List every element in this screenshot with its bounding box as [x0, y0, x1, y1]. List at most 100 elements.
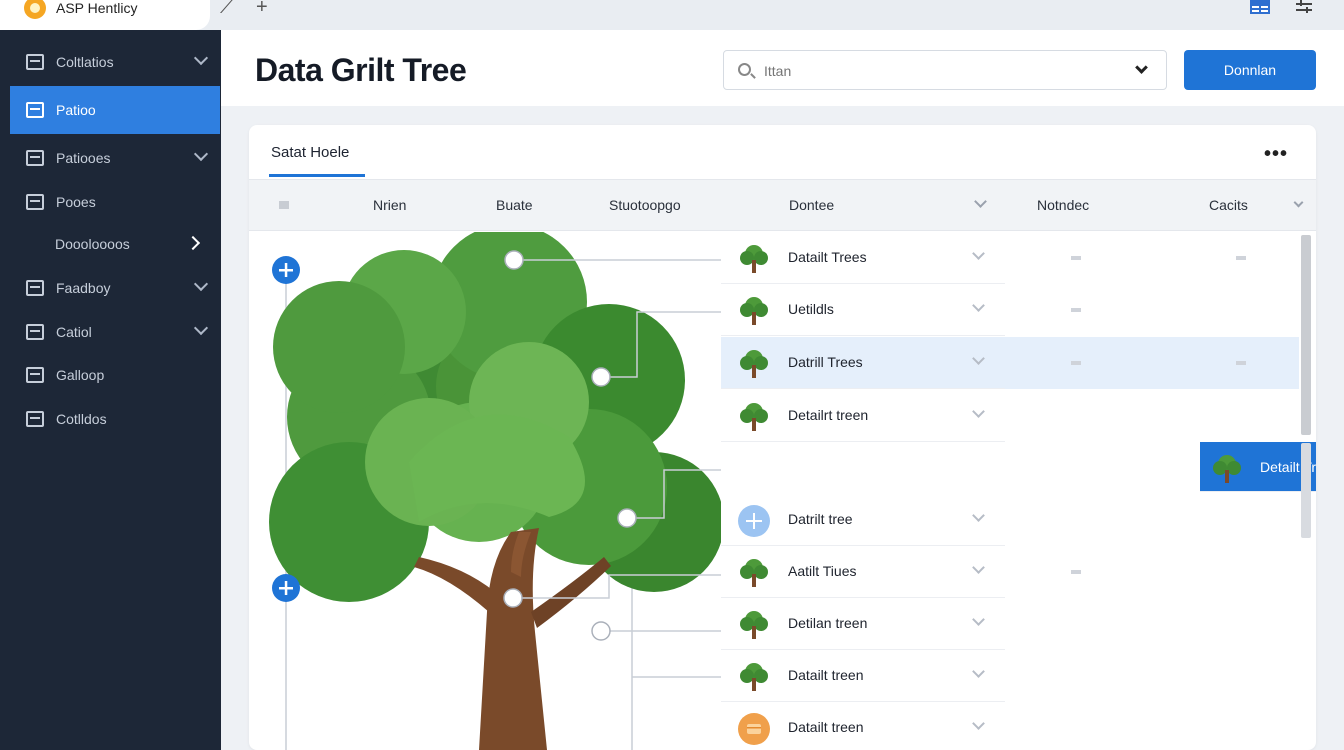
- tree-icon: [740, 350, 768, 378]
- column-header-cacits[interactable]: Cacits: [1209, 197, 1248, 213]
- sidebar-item-cotlldos[interactable]: Cotlldos: [10, 397, 220, 441]
- row-label: Datailt Trees: [788, 249, 867, 265]
- tree-icon: [1213, 455, 1241, 483]
- tree-icon: [740, 663, 768, 691]
- chart-icon: [26, 280, 44, 296]
- sidebar-item-galloop[interactable]: Galloop: [10, 353, 220, 397]
- page-header: Data Grilt Tree Donnlan: [221, 30, 1344, 106]
- chevron-down-icon[interactable]: [972, 405, 985, 418]
- row-extra-cells: [1005, 232, 1299, 284]
- column-header-dontee[interactable]: Dontee: [789, 197, 834, 213]
- table-icon: [26, 102, 44, 118]
- add-circle-icon: [738, 505, 770, 537]
- placeholder-cell: [1071, 308, 1081, 312]
- edit-icon[interactable]: ⟋: [220, 0, 234, 19]
- browser-tab-title: ASP Hentlicy: [56, 0, 138, 16]
- sidebar: Coltlatios Patioo Patiooes Pooes Doooloo…: [0, 30, 221, 750]
- search-icon: [738, 63, 751, 76]
- search-input[interactable]: [764, 60, 1124, 82]
- sidebar-item-label: Doooloooos: [55, 236, 130, 252]
- row-label: Uetildls: [788, 301, 834, 317]
- chevron-down-icon[interactable]: [972, 299, 985, 312]
- placeholder-cell: [1071, 570, 1081, 574]
- table-row[interactable]: Uetildls: [721, 284, 1005, 336]
- table-row[interactable]: Datailt treen: [721, 702, 1005, 750]
- column-header-nrien[interactable]: Nrien: [373, 197, 406, 213]
- row-label: Datrilt tree: [788, 511, 853, 527]
- row-extra-cells: [1005, 546, 1299, 598]
- table-row[interactable]: Datrilt tree: [721, 494, 1005, 546]
- table-row[interactable]: Detilan treen: [721, 598, 1005, 650]
- select-all-checkbox[interactable]: [279, 201, 289, 209]
- search-box[interactable]: [723, 50, 1167, 90]
- data-grid-panel: Satat Hoele ••• Nrien Buate Stuotoopgo D…: [249, 125, 1316, 750]
- tree-icon: [740, 297, 768, 325]
- sidebar-item-label: Patioo: [56, 102, 96, 118]
- chevron-down-icon[interactable]: [972, 613, 985, 626]
- chevron-down-icon[interactable]: [1293, 197, 1304, 208]
- row-extra-cells: [1005, 337, 1299, 389]
- chevron-down-icon[interactable]: [972, 665, 985, 678]
- settings-sliders-icon[interactable]: [1294, 0, 1314, 14]
- active-tab-indicator: [269, 174, 365, 177]
- tree-icon: [740, 403, 768, 431]
- chevron-down-icon[interactable]: [972, 717, 985, 730]
- sidebar-item-label: Coltlatios: [56, 54, 114, 70]
- vertical-scrollbar[interactable]: [1301, 235, 1311, 435]
- chevron-right-icon: [185, 235, 201, 251]
- chevron-down-icon[interactable]: [972, 352, 985, 365]
- sidebar-item-doooloooos[interactable]: Doooloooos: [10, 222, 220, 266]
- sidebar-item-faadboy[interactable]: Faadboy: [10, 266, 220, 310]
- sidebar-item-pooes[interactable]: Pooes: [10, 180, 220, 224]
- placeholder-cell: [1071, 361, 1081, 365]
- sidebar-item-label: Cotlldos: [56, 411, 107, 427]
- grid-column-header: Nrien Buate Stuotoopgo Dontee Notndec Ca…: [249, 179, 1316, 231]
- primary-action-button[interactable]: Donnlan: [1184, 50, 1316, 90]
- table-row[interactable]: Datailt treen: [721, 650, 1005, 702]
- chevron-down-icon[interactable]: [972, 509, 985, 522]
- column-header-stuotoopgo[interactable]: Stuotoopgo: [609, 197, 681, 213]
- lock-icon: [26, 150, 44, 166]
- table-row[interactable]: Aatilt Tiues: [721, 546, 1005, 598]
- tree-icon: [740, 611, 768, 639]
- gift-icon: [26, 367, 44, 383]
- row-label: Datailt treen: [788, 719, 864, 735]
- sidebar-item-coltlatios[interactable]: Coltlatios: [10, 40, 220, 84]
- sidebar-item-catiol[interactable]: Catiol: [10, 310, 220, 354]
- chevron-down-icon[interactable]: [972, 247, 985, 260]
- chevron-down-icon[interactable]: [1135, 61, 1148, 74]
- tab-satat-hoele[interactable]: Satat Hoele: [271, 144, 349, 161]
- tree-icon: [740, 559, 768, 587]
- column-header-notndec[interactable]: Notndec: [1037, 197, 1089, 213]
- tree-illustration: [269, 232, 721, 750]
- placeholder-cell: [1236, 361, 1246, 365]
- table-row[interactable]: Datailt Trees: [721, 232, 1005, 284]
- image-icon: [26, 194, 44, 210]
- row-label: Detilan treen: [788, 615, 868, 631]
- chevron-down-icon[interactable]: [972, 561, 985, 574]
- row-label: Aatilt Tiues: [788, 563, 857, 579]
- table-row-selected[interactable]: Detailt Tree: [1200, 442, 1316, 492]
- scrollbar-track-segment[interactable]: [1301, 443, 1311, 538]
- chevron-down-icon: [193, 50, 209, 66]
- more-options-icon[interactable]: •••: [1264, 143, 1288, 166]
- table-row[interactable]: Datrill Trees: [721, 337, 1005, 389]
- row-extra-cells: [1005, 284, 1299, 336]
- column-header-buate[interactable]: Buate: [496, 197, 533, 213]
- sidebar-item-label: Galloop: [56, 367, 105, 383]
- row-label: Datailt treen: [788, 667, 864, 683]
- orange-folder-icon: [738, 713, 770, 745]
- chevron-down-icon[interactable]: [974, 195, 987, 208]
- sidebar-item-patioo[interactable]: Patioo: [10, 86, 220, 134]
- row-label: Datrill Trees: [788, 354, 863, 370]
- page-title: Data Grilt Tree: [255, 52, 467, 88]
- sidebar-item-label: Faadboy: [56, 280, 111, 296]
- browser-tab[interactable]: ASP Hentlicy: [0, 0, 210, 30]
- chevron-down-icon: [193, 146, 209, 162]
- table-row[interactable]: Detailrt treen: [721, 390, 1005, 442]
- sidebar-item-patiooes[interactable]: Patiooes: [10, 136, 220, 180]
- new-tab-icon[interactable]: +: [256, 0, 268, 19]
- placeholder-cell: [1236, 256, 1246, 260]
- layout-grid-icon[interactable]: [1250, 0, 1270, 14]
- placeholder-cell: [1071, 256, 1081, 260]
